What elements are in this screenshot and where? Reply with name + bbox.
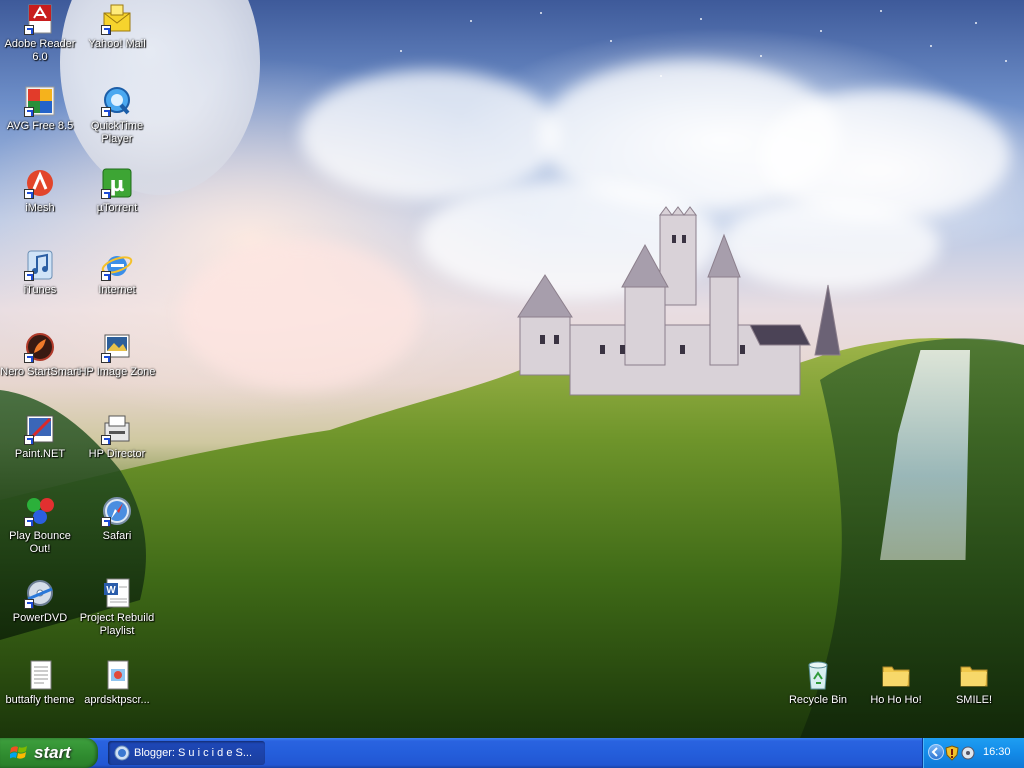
desktop-icon-paint-net[interactable]: Paint.NET [0, 413, 80, 461]
taskbar-task-label: Blogger: S u i c i d e S... [134, 747, 253, 759]
start-button[interactable]: start [0, 738, 98, 768]
folder-icon [882, 666, 910, 687]
shortcut-arrow-icon [24, 271, 34, 281]
desktop-icon-label: Internet [98, 284, 136, 296]
desktop-icon-label: AVG Free 8.5 [6, 120, 74, 132]
desktop-icon-buttafly-theme[interactable]: buttafly theme [0, 659, 80, 707]
desktop-icon-label: HP Image Zone [78, 366, 156, 378]
desktop-icon-smile-folder[interactable]: SMILE! [934, 659, 1014, 707]
desktop-icon-recycle-bin[interactable]: Recycle Bin [778, 659, 858, 707]
network-icon[interactable] [961, 746, 975, 760]
windows-logo-icon [10, 746, 27, 759]
desktop-icon-nero[interactable]: Nero StartSmart [0, 331, 80, 379]
tray-expand-icon[interactable] [928, 744, 944, 760]
desktop-icon-safari[interactable]: Safari [77, 495, 157, 543]
taskbar-task-blogger[interactable]: Blogger: S u i c i d e S... [108, 741, 265, 765]
svg-text:µ: µ [110, 172, 125, 196]
desktop-icon-label: µTorrent [96, 202, 138, 214]
desktop-icon-label: Ho Ho Ho! [870, 694, 922, 706]
shortcut-arrow-icon [101, 353, 111, 363]
shortcut-arrow-icon [101, 189, 111, 199]
desktop-icon-utorrent[interactable]: µ µTorrent [77, 167, 157, 215]
desktop-icon-quicktime[interactable]: QuickTime Player [77, 85, 157, 146]
desktop-icon-label: Project Rebuild Playlist [79, 612, 155, 637]
shortcut-arrow-icon [24, 435, 34, 445]
desktop-icon-label: iTunes [23, 284, 57, 296]
shortcut-arrow-icon [101, 271, 111, 281]
desktop-icon-label: iMesh [25, 202, 55, 214]
desktop-icon-label: Adobe Reader 6.0 [4, 38, 76, 63]
shortcut-arrow-icon [24, 353, 34, 363]
clock[interactable]: 16:30 [983, 746, 1011, 758]
svg-text:W: W [106, 585, 116, 596]
desktop-icon-itunes[interactable]: iTunes [0, 249, 80, 297]
desktop-icon-label: Yahoo! Mail [88, 38, 146, 50]
desktop-icon-label: Nero StartSmart [0, 366, 80, 378]
desktop-icon-label: Play Bounce Out! [9, 530, 71, 555]
desktop-icon-label: QuickTime Player [90, 120, 144, 145]
image-file-icon [107, 660, 129, 690]
system-tray: 16:30 [922, 738, 1024, 768]
desktop-icon-yahoo-mail[interactable]: Yahoo! Mail [77, 3, 157, 51]
shortcut-arrow-icon [101, 25, 111, 35]
desktop-icon-powerdvd[interactable]: PowerDVD [0, 577, 80, 625]
text-document-icon [30, 660, 52, 690]
desktop-icon-label: buttafly theme [5, 694, 75, 706]
desktop-icon-label: Paint.NET [14, 448, 66, 460]
desktop-icon-label: Recycle Bin [788, 694, 848, 706]
desktop-icon-label: Safari [102, 530, 132, 542]
desktop-icon-aprdsktpscr[interactable]: aprdsktpscr... [77, 659, 157, 707]
desktop-icon-avg[interactable]: AVG Free 8.5 [0, 85, 80, 133]
shortcut-arrow-icon [101, 107, 111, 117]
start-label: start [34, 743, 71, 762]
desktop-icon-label: HP Director [88, 448, 146, 460]
desktop-icon-hp-image-zone[interactable]: HP Image Zone [77, 331, 157, 379]
shortcut-arrow-icon [24, 189, 34, 199]
browser-icon [114, 745, 130, 761]
shortcut-arrow-icon [101, 435, 111, 445]
shortcut-arrow-icon [101, 517, 111, 527]
desktop-icon-ho-ho-ho-folder[interactable]: Ho Ho Ho! [856, 659, 936, 707]
desktop-icon-project-rebuild-playlist[interactable]: W Project Rebuild Playlist [77, 577, 157, 638]
word-document-icon: W [104, 578, 130, 608]
shortcut-arrow-icon [24, 25, 34, 35]
security-shield-icon[interactable] [945, 745, 959, 761]
desktop-icon-imesh[interactable]: iMesh [0, 167, 80, 215]
taskbar: start Blogger: S u i c i d e S... 16:30 [0, 738, 1024, 768]
desktop-icon-adobe-reader[interactable]: Adobe Reader 6.0 [0, 3, 80, 64]
shortcut-arrow-icon [24, 107, 34, 117]
shortcut-arrow-icon [24, 517, 34, 527]
desktop-icon-internet[interactable]: Internet [77, 249, 157, 297]
desktop-icon-bounce-out[interactable]: Play Bounce Out! [0, 495, 80, 556]
shortcut-arrow-icon [24, 599, 34, 609]
recycle-bin-icon [808, 661, 828, 690]
castle-image [517, 206, 841, 396]
desktop-icon-hp-director[interactable]: HP Director [77, 413, 157, 461]
desktop-icon-label: SMILE! [955, 694, 993, 706]
desktop-icon-label: aprdsktpscr... [84, 694, 150, 706]
desktop-icon-label: PowerDVD [12, 612, 68, 624]
folder-icon [960, 666, 988, 687]
